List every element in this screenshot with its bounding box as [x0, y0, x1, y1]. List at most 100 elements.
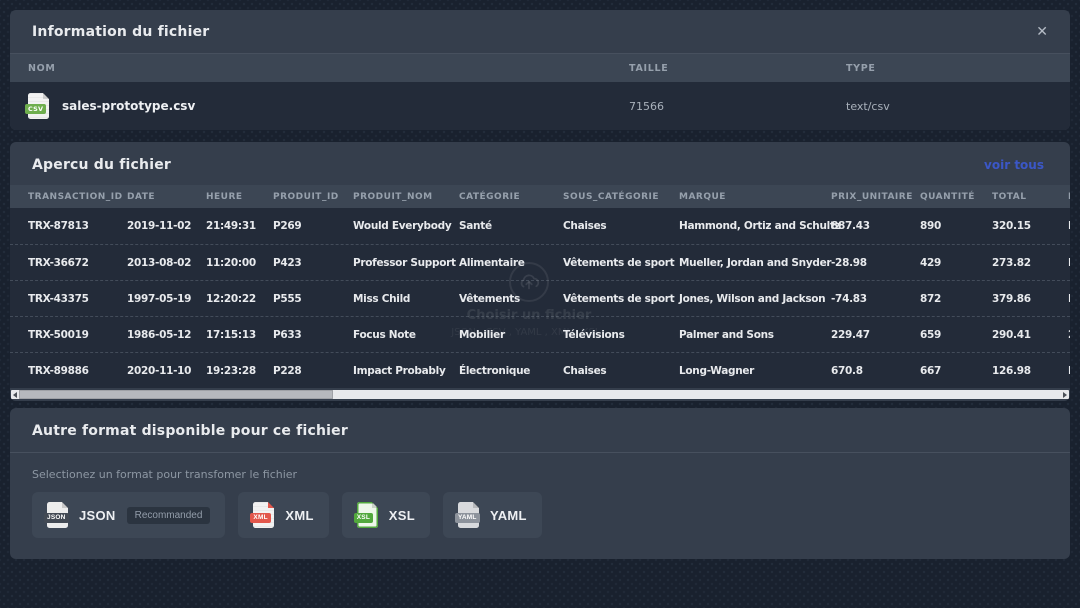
table-cell: Santé [459, 220, 563, 232]
table-cell: 872 [920, 293, 992, 305]
format-xml-button[interactable]: XML XML [238, 492, 328, 538]
table-cell: 659 [920, 329, 992, 341]
xml-file-icon: XML [253, 502, 274, 528]
table-cell: 19:23:28 [206, 365, 273, 377]
table-row: TRX-366722013-08-0211:20:00P423Professor… [10, 244, 1070, 280]
table-cell: 17:15:13 [206, 329, 273, 341]
horizontal-scrollbar[interactable] [11, 390, 1069, 399]
json-file-icon: JSON [47, 502, 68, 528]
xsl-file-icon: XSL [357, 502, 378, 528]
file-info-column-headers: NOM TAILLE TYPE [10, 54, 1070, 82]
formats-title: Autre format disponible pour ce fichier [32, 423, 1048, 439]
table-cell: M [1068, 365, 1070, 377]
preview-column-header: HEURE [206, 192, 273, 202]
csv-file-icon: CSV [28, 93, 49, 119]
table-cell: Focus Note [353, 329, 459, 341]
table-cell: TRX-43375 [28, 293, 127, 305]
format-xsl-button[interactable]: XSL XSL [342, 492, 430, 538]
table-cell: TRX-50019 [28, 329, 127, 341]
recommended-badge: Recommanded [127, 507, 211, 524]
close-icon[interactable]: ✕ [1036, 25, 1048, 39]
preview-column-header: PRODUIT_NOM [353, 192, 459, 202]
table-cell: P269 [273, 220, 353, 232]
preview-column-header: SOUS_CATÉGORIE [563, 192, 679, 202]
scroll-right-arrow[interactable] [1061, 390, 1069, 399]
format-label: YAML [490, 508, 527, 523]
table-cell: 320.15 [992, 220, 1068, 232]
preview-column-header: TOTAL [992, 192, 1068, 202]
table-cell: Vêtements de sport [563, 257, 679, 269]
table-cell: 2019-11-02 [127, 220, 206, 232]
table-cell: Palmer and Sons [679, 329, 831, 341]
table-cell: 12:20:22 [206, 293, 273, 305]
table-cell: P633 [273, 329, 353, 341]
table-cell: 667 [920, 365, 992, 377]
table-cell: 1997-05-19 [127, 293, 206, 305]
table-cell: Impact Probably [353, 365, 459, 377]
yaml-file-icon: YAML [458, 502, 479, 528]
table-cell: P228 [273, 365, 353, 377]
table-cell: 1986-05-12 [127, 329, 206, 341]
table-cell: 2020-11-10 [127, 365, 206, 377]
table-cell: Long-Wagner [679, 365, 831, 377]
table-cell: Professor Support [353, 257, 459, 269]
table-cell: Vêtements de sport [563, 293, 679, 305]
table-cell: P555 [273, 293, 353, 305]
table-row: TRX-500191986-05-1217:15:13P633Focus Not… [10, 316, 1070, 352]
preview-column-header: DATE [127, 192, 206, 202]
preview-column-header: M [1068, 192, 1070, 202]
file-info-title: Information du fichier [32, 24, 209, 40]
table-cell: Chaises [563, 365, 679, 377]
table-cell: Télévisions [563, 329, 679, 341]
file-preview-panel: Apercu du fichier voir tous TRANSACTION_… [10, 142, 1070, 401]
formats-subtitle: Selectionez un format pour transfomer le… [10, 453, 1070, 492]
table-cell: 2013-08-02 [127, 257, 206, 269]
preview-table-body: TRX-878132019-11-0221:49:31P269Would Eve… [10, 208, 1070, 388]
scroll-left-arrow[interactable] [11, 390, 19, 399]
table-cell: 890 [920, 220, 992, 232]
preview-column-header: MARQUE [679, 192, 831, 202]
table-cell: M [1068, 257, 1070, 269]
preview-column-header: TRANSACTION_ID [28, 192, 127, 202]
table-cell: 429 [920, 257, 992, 269]
preview-title: Apercu du fichier [32, 157, 171, 173]
table-cell: Would Everybody [353, 220, 459, 232]
table-cell: Mobilier [459, 329, 563, 341]
file-type: text/csv [846, 100, 1070, 113]
preview-column-header: PRIX_UNITAIRE [831, 192, 920, 202]
preview-column-header: QUANTITÉ [920, 192, 992, 202]
table-cell: 379.86 [992, 293, 1068, 305]
table-cell: 670.8 [831, 365, 920, 377]
table-row: TRX-878132019-11-0221:49:31P269Would Eve… [10, 208, 1070, 244]
file-info-header: Information du fichier ✕ [10, 10, 1070, 54]
format-yaml-button[interactable]: YAML YAML [443, 492, 542, 538]
file-info-row: CSV sales-prototype.csv 71566 text/csv [10, 82, 1070, 130]
format-label: XML [285, 508, 313, 523]
table-cell: Miss Child [353, 293, 459, 305]
table-cell: TRX-89886 [28, 365, 127, 377]
table-cell: TRX-36672 [28, 257, 127, 269]
table-cell: 21:49:31 [206, 220, 273, 232]
table-row: TRX-898862020-11-1019:23:28P228Impact Pr… [10, 352, 1070, 388]
table-cell: P423 [273, 257, 353, 269]
table-cell: 290.41 [992, 329, 1068, 341]
formats-header: Autre format disponible pour ce fichier [10, 408, 1070, 453]
table-row: TRX-433751997-05-1912:20:22P555Miss Chil… [10, 280, 1070, 316]
format-options-row: JSON JSON Recommanded XML XML XSL XSL YA… [10, 492, 1070, 538]
view-all-link[interactable]: voir tous [984, 158, 1044, 172]
preview-header-row: TRANSACTION_IDDATEHEUREPRODUIT_IDPRODUIT… [10, 185, 1070, 208]
table-cell: 2 [1068, 329, 1070, 341]
format-label: JSON [79, 508, 116, 523]
table-cell: 887.43 [831, 220, 920, 232]
column-header-taille: TAILLE [629, 63, 846, 74]
table-cell: 126.98 [992, 365, 1068, 377]
table-cell: Chaises [563, 220, 679, 232]
preview-column-header: CATÉGORIE [459, 192, 563, 202]
table-cell: Vêtements [459, 293, 563, 305]
scrollbar-thumb[interactable] [19, 390, 333, 399]
format-json-button[interactable]: JSON JSON Recommanded [32, 492, 225, 538]
table-cell: 229.47 [831, 329, 920, 341]
table-cell: TRX-87813 [28, 220, 127, 232]
formats-panel: Autre format disponible pour ce fichier … [10, 408, 1070, 559]
table-cell: Électronique [459, 365, 563, 377]
